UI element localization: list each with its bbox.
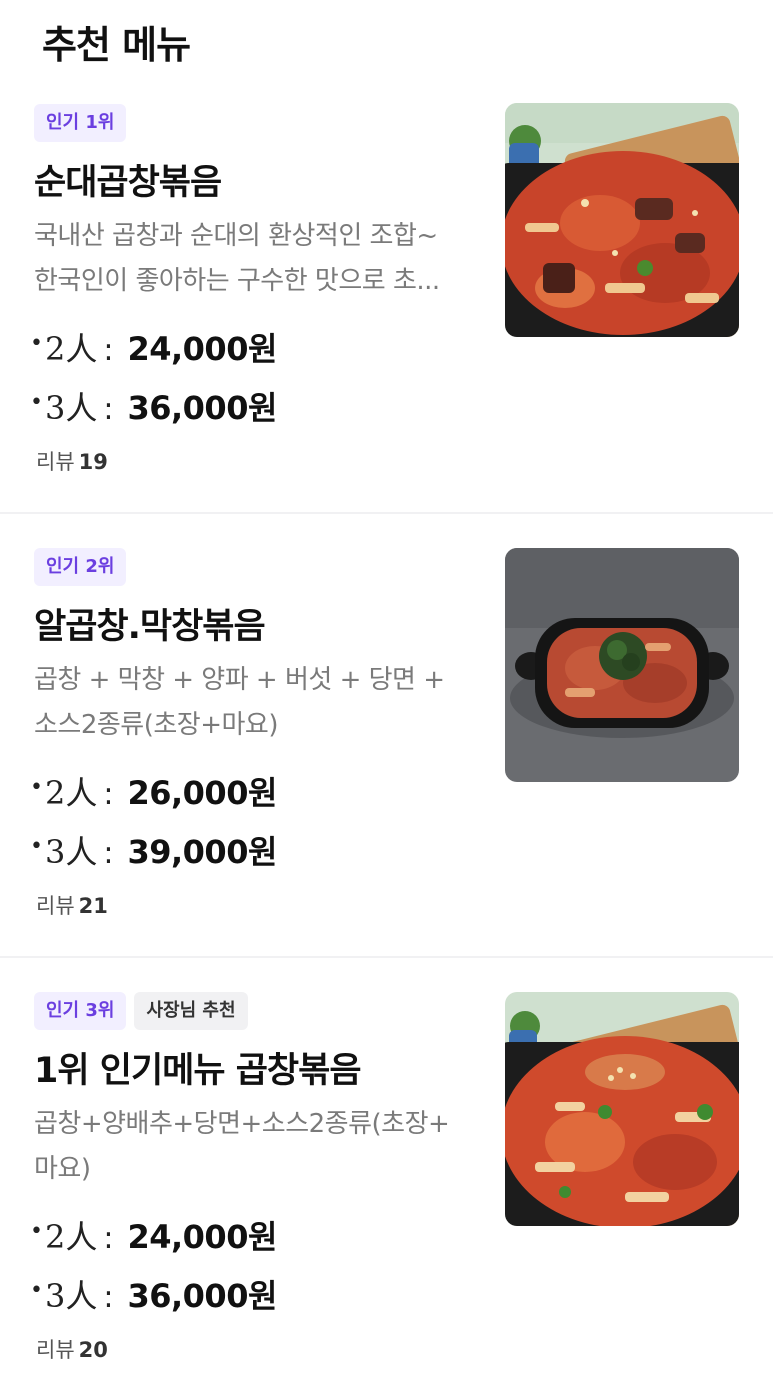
rank-badge: 인기 1위 bbox=[34, 104, 127, 142]
description-line: 마요) bbox=[34, 1154, 91, 1184]
price-amount: 24,000원 bbox=[127, 1218, 277, 1256]
item-divider bbox=[0, 956, 773, 958]
review-count: 리뷰 19 bbox=[36, 446, 108, 476]
bullet: • bbox=[30, 331, 43, 356]
serving-size: 2人 bbox=[44, 1218, 98, 1256]
menu-item-2[interactable]: 인기 2위 알곱창.막창볶음 곱창 + 막창 + 양파 + 버섯 + 당면 + … bbox=[0, 512, 773, 952]
badge-group: 인기 2위 bbox=[34, 548, 127, 586]
bullet: • bbox=[30, 390, 43, 415]
serving-size: 3人 bbox=[44, 833, 98, 871]
food-photo-gopchang bbox=[505, 992, 739, 1226]
review-label: 리뷰 bbox=[36, 450, 75, 474]
description-line: 한국인이 좋아하는 구수한 맛으로 초... bbox=[34, 266, 440, 296]
badge-group: 인기 3위 사장님 추천 bbox=[34, 992, 248, 1030]
review-number: 20 bbox=[78, 1338, 108, 1362]
bullet: • bbox=[30, 775, 43, 800]
menu-item-name: 순대곱창볶음 bbox=[34, 163, 222, 203]
review-label: 리뷰 bbox=[36, 894, 75, 918]
colon-separator: : bbox=[103, 333, 114, 368]
serving-size: 2人 bbox=[44, 774, 98, 812]
price-row-2-person: • 2人 : 26,000원 bbox=[30, 768, 277, 814]
owner-recommend-badge: 사장님 추천 bbox=[134, 992, 248, 1030]
description-line: 곱창+양배추+당면+소스2종류(초장+ bbox=[34, 1109, 450, 1139]
menu-item-3[interactable]: 인기 3위 사장님 추천 1위 인기메뉴 곱창볶음 곱창+양배추+당면+소스2종… bbox=[0, 956, 773, 1396]
colon-separator: : bbox=[103, 777, 114, 812]
menu-item-photo[interactable] bbox=[505, 548, 739, 782]
review-label: 리뷰 bbox=[36, 1338, 75, 1362]
bullet: • bbox=[30, 1278, 43, 1303]
menu-item-name: 알곱창.막창볶음 bbox=[34, 607, 266, 647]
price-row-3-person: • 3人 : 39,000원 bbox=[30, 827, 277, 873]
review-number: 19 bbox=[78, 450, 108, 474]
serving-size: 3人 bbox=[44, 389, 98, 427]
description-line: 곱창 + 막창 + 양파 + 버섯 + 당면 + bbox=[34, 665, 445, 695]
price-amount: 39,000원 bbox=[127, 833, 277, 871]
price-row-3-person: • 3人 : 36,000원 bbox=[30, 1271, 277, 1317]
review-number: 21 bbox=[78, 894, 108, 918]
price-amount: 36,000원 bbox=[127, 389, 277, 427]
section-title: 추천 메뉴 bbox=[42, 23, 191, 67]
description-line: 국내산 곱창과 순대의 환상적인 조합~ bbox=[34, 221, 438, 251]
menu-item-photo[interactable] bbox=[505, 103, 739, 337]
colon-separator: : bbox=[103, 836, 114, 871]
menu-item-1[interactable]: 인기 1위 순대곱창볶음 국내산 곱창과 순대의 환상적인 조합~ 한국인이 좋… bbox=[0, 80, 773, 520]
menu-item-description: 곱창 + 막창 + 양파 + 버섯 + 당면 + 소스2종류(초장+마요) bbox=[34, 658, 474, 748]
description-line: 소스2종류(초장+마요) bbox=[34, 710, 278, 740]
menu-item-photo[interactable] bbox=[505, 992, 739, 1226]
price-amount: 26,000원 bbox=[127, 774, 277, 812]
badge-group: 인기 1위 bbox=[34, 104, 127, 142]
rank-badge: 인기 3위 bbox=[34, 992, 127, 1030]
serving-size: 2人 bbox=[44, 330, 98, 368]
price-amount: 36,000원 bbox=[127, 1277, 277, 1315]
menu-item-description: 국내산 곱창과 순대의 환상적인 조합~ 한국인이 좋아하는 구수한 맛으로 초… bbox=[34, 214, 474, 304]
menu-item-description: 곱창+양배추+당면+소스2종류(초장+ 마요) bbox=[34, 1102, 474, 1192]
bullet: • bbox=[30, 834, 43, 859]
recommended-menu-page: 추천 메뉴 인기 1위 순대곱창볶음 국내산 곱창과 순대의 환상적인 조합~ … bbox=[0, 0, 773, 1396]
price-amount: 24,000원 bbox=[127, 330, 277, 368]
review-count: 리뷰 21 bbox=[36, 890, 108, 920]
colon-separator: : bbox=[103, 1280, 114, 1315]
food-photo-sundae-gopchang bbox=[505, 103, 739, 337]
menu-item-name: 1위 인기메뉴 곱창볶음 bbox=[34, 1051, 362, 1091]
colon-separator: : bbox=[103, 1221, 114, 1256]
review-count: 리뷰 20 bbox=[36, 1334, 108, 1364]
item-divider bbox=[0, 512, 773, 514]
colon-separator: : bbox=[103, 392, 114, 427]
price-row-3-person: • 3人 : 36,000원 bbox=[30, 383, 277, 429]
food-photo-al-gopchang bbox=[505, 548, 739, 782]
bullet: • bbox=[30, 1219, 43, 1244]
serving-size: 3人 bbox=[44, 1277, 98, 1315]
rank-badge: 인기 2위 bbox=[34, 548, 127, 586]
price-row-2-person: • 2人 : 24,000원 bbox=[30, 324, 277, 370]
price-row-2-person: • 2人 : 24,000원 bbox=[30, 1212, 277, 1258]
